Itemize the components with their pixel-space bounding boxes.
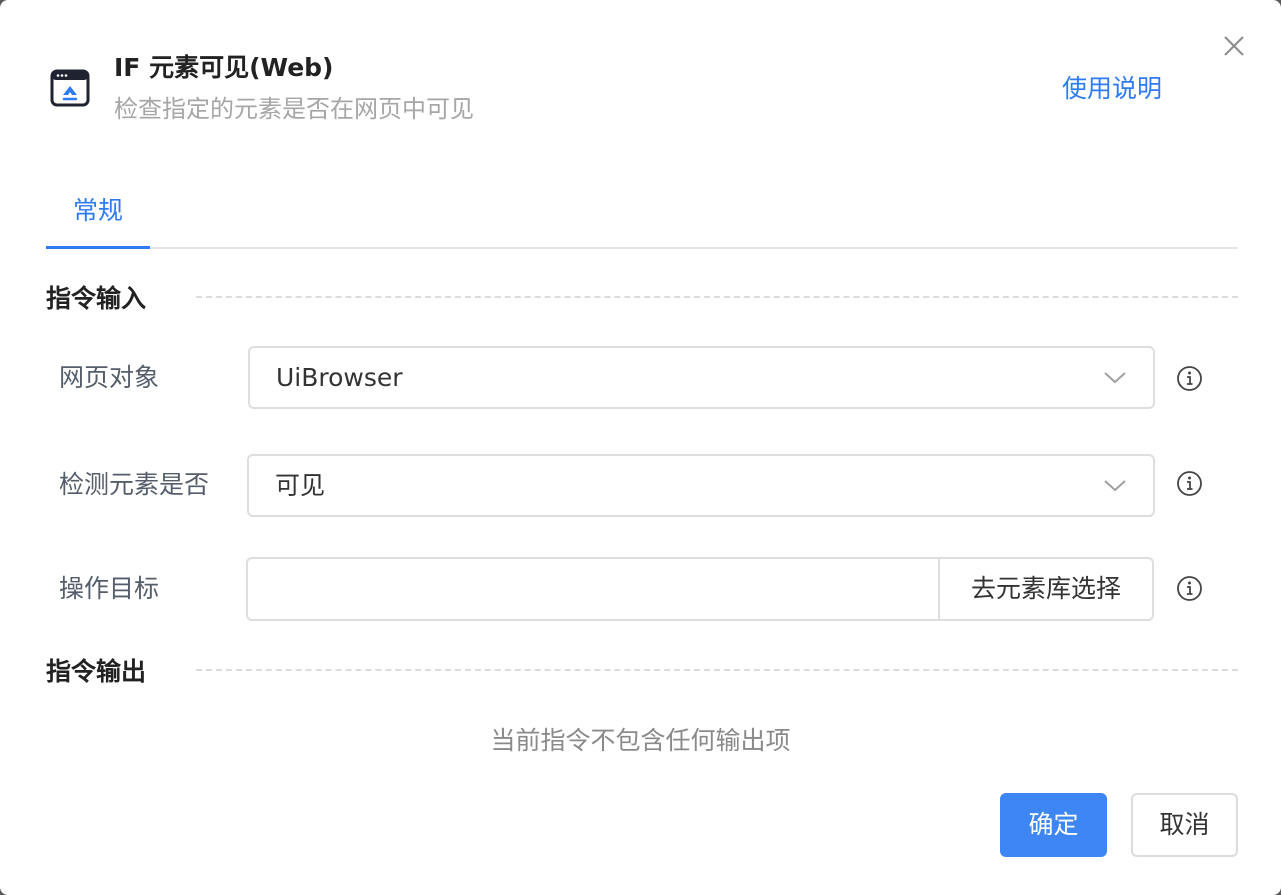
dialog-title: IF 元素可见(Web) (114, 53, 334, 82)
close-icon[interactable] (1220, 32, 1248, 60)
web-object-select[interactable]: UiBrowser (248, 346, 1155, 409)
field-label-target: 操作目标 (59, 574, 160, 603)
tab-bar: 常规 (46, 184, 1238, 249)
browser-window-icon (50, 69, 90, 107)
select-from-element-library-button[interactable]: 去元素库选择 (938, 559, 1152, 619)
empty-output-text: 当前指令不包含任何输出项 (490, 726, 791, 755)
chevron-down-icon (1104, 372, 1126, 384)
section-divider (196, 296, 1238, 298)
info-icon[interactable] (1176, 365, 1203, 392)
cancel-button[interactable]: 取消 (1131, 793, 1238, 857)
input-section-title: 指令输入 (46, 284, 147, 313)
web-object-value: UiBrowser (276, 363, 403, 392)
section-divider (196, 669, 1238, 671)
confirm-button[interactable]: 确定 (1000, 793, 1107, 857)
output-section-title: 指令输出 (46, 657, 147, 686)
field-label-detect-element: 检测元素是否 (59, 470, 210, 499)
dialog-subtitle: 检查指定的元素是否在网页中可见 (114, 95, 474, 123)
info-icon[interactable] (1176, 470, 1203, 497)
detect-state-select[interactable]: 可见 (247, 454, 1155, 517)
target-input[interactable] (248, 559, 938, 619)
chevron-down-icon (1104, 480, 1126, 492)
field-label-web-object: 网页对象 (59, 363, 160, 392)
info-icon[interactable] (1176, 575, 1203, 602)
help-link[interactable]: 使用说明 (1062, 72, 1162, 106)
detect-state-value: 可见 (275, 471, 326, 500)
target-field: 去元素库选择 (246, 557, 1154, 621)
tab-general[interactable]: 常规 (46, 184, 150, 249)
dialog: IF 元素可见(Web) 检查指定的元素是否在网页中可见 使用说明 常规 指令输… (0, 0, 1281, 895)
